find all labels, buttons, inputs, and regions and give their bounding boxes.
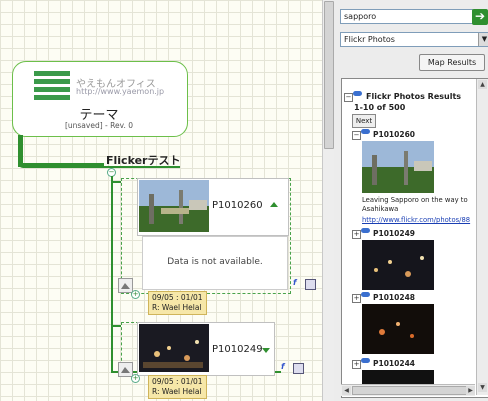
scroll-left-icon[interactable]: ◀ <box>342 386 351 395</box>
collapse-results-icon[interactable]: − <box>344 93 353 102</box>
document-icon[interactable] <box>293 363 304 374</box>
expand-result-icon[interactable]: + <box>352 230 361 239</box>
photo-node-label[interactable]: P1010260 <box>212 200 263 211</box>
task-info-note: 09/05 : 01/01 R: Wael Helal <box>148 375 207 399</box>
logo-url: http://www.yaemon.jp <box>76 87 165 96</box>
result-thumbnail[interactable] <box>362 370 434 384</box>
photo-node-label[interactable]: P1010249 <box>212 344 263 355</box>
document-icon[interactable] <box>305 279 316 290</box>
result-image <box>362 141 434 193</box>
scrollbar-thumb[interactable] <box>324 1 334 149</box>
result-item-title[interactable]: P1010249 <box>373 229 415 238</box>
results-count: 1-10 of 500 <box>354 103 406 112</box>
task-resource: R: Wael Helal <box>152 303 202 312</box>
image-link-icon[interactable] <box>118 278 133 293</box>
branch-line <box>111 325 121 327</box>
scroll-down-icon[interactable]: ▼ <box>478 383 487 392</box>
task-info-note: 09/05 : 01/01 R: Wael Helal <box>148 291 207 315</box>
expand-arrow-icon[interactable] <box>262 348 270 353</box>
logo-mark-icon <box>34 70 70 100</box>
task-resource: R: Wael Helal <box>152 387 202 396</box>
result-item-title[interactable]: P1010260 <box>373 130 415 139</box>
photo-result-icon <box>361 358 370 363</box>
canvas-vertical-scrollbar[interactable] <box>322 0 334 401</box>
result-thumbnail[interactable] <box>362 240 434 290</box>
yaemon-logo: やえもんオフィス http://www.yaemon.jp <box>34 70 172 100</box>
dropdown-arrow-icon[interactable]: ▼ <box>478 33 488 46</box>
scroll-up-icon[interactable]: ▲ <box>478 80 487 89</box>
result-thumbnail[interactable] <box>362 304 434 354</box>
horizontal-scroll-thumb[interactable] <box>352 386 472 395</box>
photo-thumbnail[interactable] <box>139 180 209 232</box>
photo-result-icon <box>361 292 370 297</box>
connector-line <box>18 163 104 168</box>
result-link[interactable]: http://www.flickr.com/photos/88 <box>362 216 474 224</box>
next-page-button[interactable]: Next <box>352 114 376 128</box>
central-topic-status: [unsaved] - Rev. 0 <box>64 121 134 130</box>
source-select-value: Flickr Photos <box>344 35 395 44</box>
photo-image <box>139 180 209 232</box>
expand-result-icon[interactable]: + <box>352 360 361 369</box>
result-item-title[interactable]: P1010248 <box>373 293 415 302</box>
photo-result-icon <box>361 228 370 233</box>
photo-image <box>139 324 209 372</box>
task-date-range: 09/05 : 01/01 <box>152 293 203 302</box>
add-child-icon[interactable]: + <box>131 290 140 299</box>
photo-thumbnail[interactable] <box>139 324 209 372</box>
data-unavailable-box: Data is not available. <box>142 236 288 290</box>
add-child-icon[interactable]: + <box>131 374 140 383</box>
collapse-result-icon[interactable]: − <box>352 131 361 140</box>
mindmap-canvas[interactable]: やえもんオフィス http://www.yaemon.jp テーマ [unsav… <box>0 0 322 401</box>
data-unavailable-text: Data is not available. <box>167 257 263 267</box>
branch-line <box>111 181 121 183</box>
search-input[interactable]: sapporo <box>340 9 473 24</box>
photo-result-icon <box>361 129 370 134</box>
branch-line <box>111 176 113 372</box>
results-vertical-scrollbar[interactable]: ▲ ▼ <box>476 79 488 395</box>
formula-icon[interactable]: f <box>293 278 296 287</box>
result-thumbnail[interactable] <box>362 141 434 193</box>
result-image <box>362 304 434 354</box>
formula-icon[interactable]: f <box>281 362 284 371</box>
result-image <box>362 240 434 290</box>
flickr-source-icon <box>353 91 362 96</box>
results-header: Flickr Photos Results <box>366 92 462 101</box>
result-description: Leaving Sapporo on the way to Asahikawa <box>362 196 468 213</box>
expand-result-icon[interactable]: + <box>352 294 361 303</box>
result-item-title[interactable]: P1010244 <box>373 359 415 368</box>
map-results-button[interactable]: Map Results <box>419 54 485 71</box>
task-date-range: 09/05 : 01/01 <box>152 377 203 386</box>
source-select[interactable]: Flickr Photos ▼ <box>340 32 488 47</box>
search-go-button[interactable]: ➔ <box>472 9 488 25</box>
image-link-icon[interactable] <box>118 362 133 377</box>
scroll-right-icon[interactable]: ▶ <box>466 386 475 395</box>
collapse-arrow-icon[interactable] <box>270 202 278 207</box>
